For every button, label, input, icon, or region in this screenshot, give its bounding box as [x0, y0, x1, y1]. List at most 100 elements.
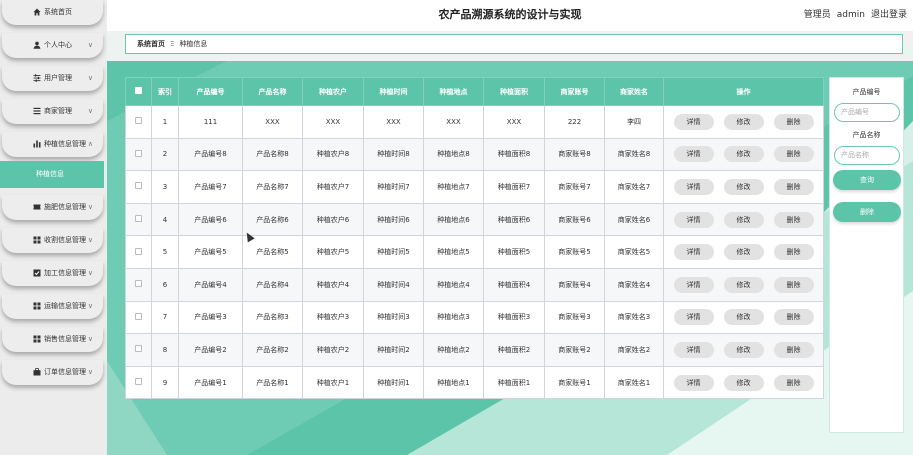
sidebar-item-label: 加工信息管理 [44, 269, 86, 277]
delete-button[interactable]: 删除 [773, 178, 814, 195]
logout-button[interactable]: 退出登录 [871, 10, 907, 20]
breadcrumb: 系统首页 Ξ 种植信息 [125, 34, 903, 54]
table-row: 2 产品编号8 产品名称8 种植农户8 种植时间8 种植地点8 种植面积8 商家账号8 商家姓名… [125, 137, 824, 172]
sidebar-item-sales-management[interactable]: 销售信息管理 ∨ [2, 327, 103, 352]
user-role: 管理员 [803, 10, 831, 20]
table-cell: 7 [151, 300, 179, 335]
delete-button[interactable]: 删除 [773, 146, 814, 163]
table-cell: 种植面积8 [483, 137, 545, 172]
delete-button[interactable]: 删除 [773, 374, 814, 391]
row-checkbox[interactable] [135, 345, 142, 353]
table-cell: 种植面积3 [483, 300, 545, 335]
delete-button[interactable]: 删除 [773, 309, 814, 326]
sidebar-item-user-management[interactable]: 用户管理 ∨ [2, 66, 103, 91]
breadcrumb-current: 种植信息 [179, 40, 208, 48]
sidebar-subitem-planting-info[interactable]: 种植信息 [0, 161, 104, 188]
page-title: 农产品溯源系统的设计与实现 [438, 8, 582, 21]
row-select-cell [125, 267, 152, 302]
column-header: 操作 [663, 77, 824, 106]
chevron-down-icon: ∨ [87, 236, 93, 244]
row-checkbox[interactable] [135, 280, 142, 288]
row-checkbox[interactable] [135, 247, 142, 255]
breadcrumb-home[interactable]: 系统首页 [137, 40, 165, 48]
edit-button[interactable]: 修改 [723, 178, 764, 195]
detail-button[interactable]: 详情 [673, 146, 714, 163]
delete-button[interactable]: 删除 [773, 211, 814, 228]
table-cell: 种植时间3 [363, 300, 424, 335]
sidebar-item-harvest-management[interactable]: 收割信息管理 ∨ [2, 228, 103, 253]
row-checkbox[interactable] [135, 117, 142, 125]
column-header: 产品名称 [242, 77, 303, 106]
table-cell: 商家姓名7 [604, 170, 664, 204]
edit-button[interactable]: 修改 [723, 374, 764, 391]
sidebar-item-processing-management[interactable]: 加工信息管理 ∨ [2, 261, 103, 286]
sidebar-item-label: 个人中心 [44, 41, 72, 49]
row-checkbox[interactable] [135, 149, 142, 157]
actions-cell: 详情 修改 删除 [663, 202, 824, 237]
table-cell: 种植地点8 [423, 137, 484, 172]
row-checkbox[interactable] [135, 312, 142, 320]
sidebar-item-personal-center[interactable]: 个人中心 ∨ [2, 33, 103, 58]
row-select-cell [125, 202, 152, 237]
row-select-cell [125, 333, 152, 367]
detail-button[interactable]: 详情 [673, 374, 714, 391]
table-cell: 种植时间2 [363, 333, 424, 367]
table-cell: 种植农户4 [302, 267, 364, 302]
table-cell: 种植面积1 [483, 365, 545, 400]
select-all-checkbox[interactable] [135, 87, 142, 94]
table-cell: 产品名称3 [242, 300, 303, 335]
detail-button[interactable]: 详情 [673, 211, 714, 228]
detail-button[interactable]: 详情 [673, 113, 714, 130]
detail-button[interactable]: 详情 [673, 309, 714, 326]
query-button[interactable]: 查询 [833, 170, 901, 190]
table-cell: 产品名称4 [242, 267, 303, 302]
table-cell: XXX [363, 105, 424, 139]
edit-button[interactable]: 修改 [723, 309, 764, 326]
table-row: 8 产品编号2 产品名称2 种植农户2 种植时间2 种植地点2 种植面积2 商家账号2 商家姓名… [125, 333, 824, 367]
delete-button[interactable]: 删除 [773, 113, 814, 130]
table-cell: 种植面积2 [483, 333, 545, 367]
sidebar-item-fertilize-management[interactable]: 施肥信息管理 ∨ [2, 195, 103, 220]
sidebar-item-label: 收割信息管理 [44, 236, 86, 244]
edit-button[interactable]: 修改 [723, 146, 764, 163]
actions-cell: 详情 修改 删除 [663, 333, 824, 367]
sidebar-item-order-management[interactable]: 订单信息管理 ∨ [2, 360, 103, 385]
product-id-input[interactable]: 产品编号 [834, 103, 900, 122]
sidebar-item-merchant-management[interactable]: 商家管理 ∨ [2, 99, 103, 124]
edit-button[interactable]: 修改 [723, 341, 764, 358]
actions-cell: 详情 修改 删除 [663, 300, 824, 335]
row-checkbox[interactable] [135, 215, 142, 223]
sidebar: 系统首页 个人中心 ∨ 用户管理 ∨ 商家管理 ∨ 种植信息管理 ∧ 种植信息 … [0, 0, 107, 455]
detail-button[interactable]: 详情 [673, 244, 714, 261]
detail-button[interactable]: 详情 [673, 276, 714, 293]
table-cell: 种植面积4 [483, 267, 545, 302]
edit-button[interactable]: 修改 [723, 244, 764, 261]
sidebar-item-planting-management[interactable]: 种植信息管理 ∧ [2, 132, 103, 157]
sidebar-item-transport-management[interactable]: 运输信息管理 ∨ [2, 294, 103, 319]
table-cell: 5 [151, 235, 179, 269]
table-row: 4 产品编号6 产品名称6 种植农户6 种植时间6 种植地点6 种植面积6 商家账号6 商家姓名… [125, 202, 824, 237]
top-header: 农产品溯源系统的设计与实现 管理员 admin 退出登录 [107, 0, 913, 31]
delete-button[interactable]: 删除 [773, 341, 814, 358]
sidebar-item-label: 订单信息管理 [44, 368, 86, 376]
sidebar-item-home[interactable]: 系统首页 [2, 0, 103, 25]
delete-selected-button[interactable]: 删除 [833, 202, 901, 222]
table-cell: XXX [423, 105, 484, 139]
row-checkbox[interactable] [135, 378, 142, 386]
detail-button[interactable]: 详情 [673, 341, 714, 358]
delete-button[interactable]: 删除 [773, 244, 814, 261]
sliders-icon [33, 74, 41, 82]
grid-icon [33, 302, 41, 310]
table-cell: 产品编号6 [178, 202, 243, 237]
product-name-input[interactable]: 产品名称 [834, 146, 900, 165]
search-panel: 产品编号 产品编号 产品名称 产品名称 查询 删除 [829, 77, 904, 433]
edit-button[interactable]: 修改 [723, 276, 764, 293]
column-header: 种植时间 [363, 77, 424, 106]
detail-button[interactable]: 详情 [673, 178, 714, 195]
edit-button[interactable]: 修改 [723, 211, 764, 228]
actions-cell: 详情 修改 删除 [663, 365, 824, 400]
table-cell: 种植地点6 [423, 202, 484, 237]
edit-button[interactable]: 修改 [723, 113, 764, 130]
delete-button[interactable]: 删除 [773, 276, 814, 293]
row-checkbox[interactable] [135, 182, 142, 190]
